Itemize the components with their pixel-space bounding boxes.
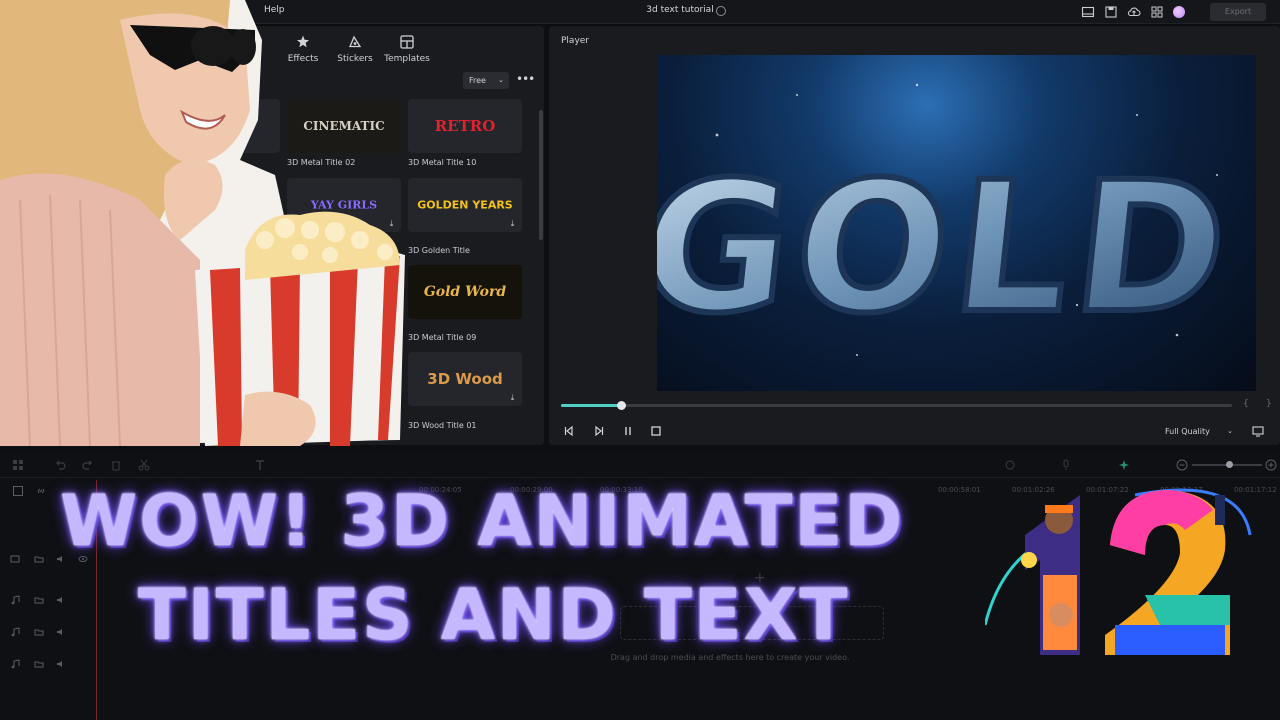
effect-thumbnail-wood[interactable]: 3D Wood ⤓ [408, 352, 522, 406]
fullscreen-monitor-icon[interactable] [1251, 424, 1265, 438]
check-circle-icon [716, 6, 726, 16]
effect-thumbnail-metal-09[interactable]: Gold Word [408, 265, 522, 319]
stop-icon[interactable] [649, 424, 663, 438]
thumbnail-label: 3D Metal Title 09 [408, 333, 477, 342]
avatar[interactable] [1173, 6, 1185, 18]
grid-icon[interactable] [12, 459, 24, 471]
grid-apps-icon[interactable] [1150, 5, 1164, 19]
version-12-logo [985, 488, 1252, 655]
folder-icon[interactable] [34, 627, 44, 637]
save-icon[interactable] [1104, 5, 1118, 19]
thumbnail-text: Gold Word [423, 284, 507, 300]
speaker-icon[interactable] [56, 595, 66, 605]
audio-track-2-header [0, 625, 96, 639]
stage-text: GOLD [657, 142, 1242, 352]
zoom-slider-handle[interactable] [1226, 461, 1233, 468]
step-back-icon[interactable] [562, 424, 576, 438]
quality-select[interactable]: Full Quality ⌄ [1160, 424, 1238, 439]
mark-out-icon[interactable]: } [1266, 399, 1272, 409]
music-icon [10, 627, 20, 637]
headline-line-1: WOW! 3D ANIMATED [60, 480, 905, 562]
price-filter-value: Free [469, 76, 486, 85]
thumbnail-label: 3D Metal Title 10 [408, 158, 477, 167]
thumbnail-label: 3D Golden Title [408, 246, 470, 255]
music-icon [10, 659, 20, 669]
document-title: 3d text tutorial [646, 5, 714, 15]
audio-track-3-header [0, 657, 96, 671]
thumbnail-text: GOLDEN YEARS [417, 198, 513, 212]
chevron-down-icon: ⌄ [1227, 427, 1233, 435]
quality-value: Full Quality [1165, 427, 1210, 436]
thumbnail-text: RETRO [434, 117, 496, 135]
headline-line-2: TITLES AND TEXT [138, 574, 850, 656]
speaker-icon[interactable] [56, 659, 66, 669]
folder-icon[interactable] [34, 595, 44, 605]
zoom-out-icon[interactable] [1176, 459, 1188, 471]
video-track-icon [10, 554, 20, 564]
microphone-icon[interactable] [1060, 459, 1072, 471]
more-options-icon[interactable]: ••• [516, 72, 535, 86]
price-filter-select[interactable]: Free ⌄ [463, 72, 509, 89]
cloud-upload-icon[interactable] [1127, 5, 1141, 19]
audio-track-1-header [0, 593, 96, 607]
delete-icon[interactable] [110, 459, 122, 471]
thumbnail-text: 3D Wood [427, 370, 503, 388]
gold-3d-text-graphic: GOLD [657, 83, 1245, 356]
folder-icon[interactable] [34, 554, 44, 564]
woman-with-popcorn-photo [0, 0, 405, 446]
step-forward-icon[interactable] [592, 424, 606, 438]
player-title: Player [561, 36, 590, 46]
export-button[interactable]: Export [1210, 3, 1266, 21]
ai-sparkle-icon[interactable] [1118, 459, 1130, 471]
ruler-tick: 00:00:58:01 [938, 486, 981, 494]
pause-icon[interactable] [621, 424, 635, 438]
link-icon[interactable] [35, 485, 47, 497]
scissors-icon[interactable] [138, 459, 150, 471]
text-icon[interactable] [254, 459, 266, 471]
thumbnail-label: 3D Wood Title 01 [408, 421, 477, 430]
playback-progress [561, 404, 622, 407]
folder-icon[interactable] [34, 659, 44, 669]
music-icon [10, 595, 20, 605]
layout-icon[interactable] [1081, 5, 1095, 19]
add-track-icon[interactable] [12, 485, 24, 497]
effects-scrollbar[interactable] [539, 110, 543, 240]
effect-thumbnail-golden[interactable]: GOLDEN YEARS ⤓ [408, 178, 522, 232]
speaker-icon[interactable] [56, 627, 66, 637]
playback-scrubber[interactable] [561, 401, 1232, 410]
mark-in-icon[interactable]: { [1243, 399, 1249, 409]
download-icon[interactable]: ⤓ [508, 219, 517, 228]
chevron-down-icon: ⌄ [498, 76, 504, 84]
render-icon[interactable] [1004, 459, 1016, 471]
effect-thumbnail-metal-10[interactable]: RETRO [408, 99, 522, 153]
undo-icon[interactable] [54, 459, 66, 471]
download-icon[interactable]: ⤓ [508, 393, 517, 402]
redo-icon[interactable] [82, 459, 94, 471]
video-preview[interactable]: GOLD [657, 55, 1256, 391]
zoom-in-icon[interactable] [1265, 459, 1277, 471]
